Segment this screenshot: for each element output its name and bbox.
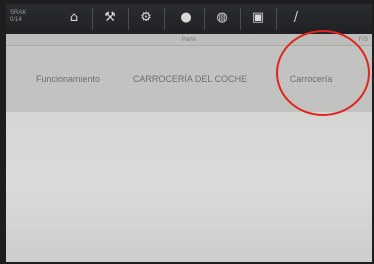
globe-icon[interactable]: ◍ bbox=[214, 10, 230, 26]
toolbar-divider bbox=[276, 8, 277, 30]
save-icon[interactable]: ▣ bbox=[250, 10, 266, 26]
red-annotation-circle bbox=[276, 30, 370, 116]
car-icon[interactable]: ● bbox=[178, 10, 194, 26]
home-icon[interactable]: ⌂ bbox=[66, 10, 82, 26]
brand-label: SRAK 0/14 bbox=[10, 10, 27, 23]
toolbar-divider bbox=[204, 8, 205, 30]
tools-icon[interactable]: ⚒ bbox=[102, 10, 118, 26]
option-carroceria-del-coche[interactable]: CARROCERÍA DEL COCHE bbox=[130, 46, 250, 112]
option-funcionamiento[interactable]: Funcionamiento bbox=[6, 46, 130, 112]
toolbar-divider bbox=[164, 8, 165, 30]
content-area bbox=[6, 112, 372, 262]
settings-icon[interactable]: ⚙ bbox=[138, 10, 154, 26]
edit-icon[interactable]: / bbox=[288, 10, 304, 26]
toolbar-divider bbox=[92, 8, 93, 30]
toolbar-divider bbox=[128, 8, 129, 30]
status-corner: F/S bbox=[358, 37, 368, 43]
toolbar-divider bbox=[240, 8, 241, 30]
